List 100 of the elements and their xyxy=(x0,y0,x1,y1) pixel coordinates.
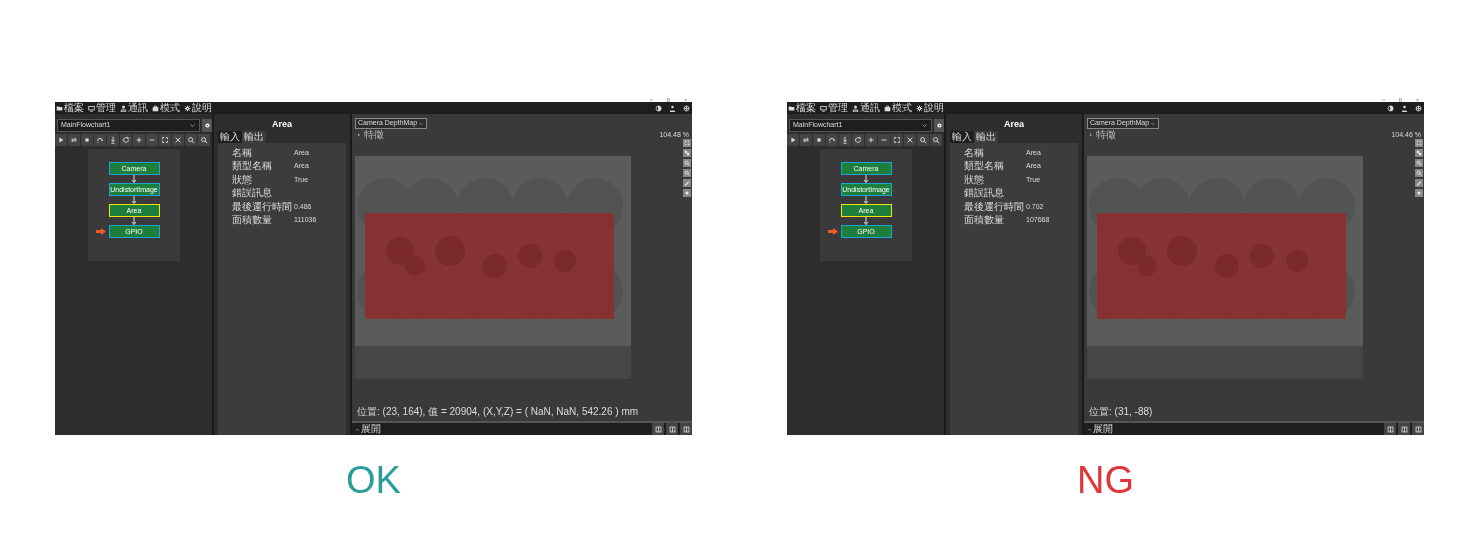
toolbar-button[interactable] xyxy=(865,134,877,146)
contrast-icon[interactable] xyxy=(655,104,662,112)
close-icon xyxy=(683,97,688,102)
connector-arrow xyxy=(131,196,137,204)
close-icon xyxy=(1415,97,1420,102)
menu-item[interactable]: 模式 xyxy=(892,103,912,113)
connector-arrow xyxy=(863,217,869,225)
expand-button[interactable]: 展開 xyxy=(352,424,384,434)
property-label: 狀態 xyxy=(232,174,253,185)
menu-item[interactable]: 說明 xyxy=(924,103,944,113)
tab[interactable]: 輸出 xyxy=(242,131,266,143)
plus-icon xyxy=(867,136,875,144)
toolbar-button[interactable] xyxy=(68,134,80,146)
toolbar-button[interactable] xyxy=(826,134,838,146)
brush-icon xyxy=(1416,180,1422,186)
globe-icon[interactable] xyxy=(683,104,690,112)
feature-toggle[interactable]: 特徵 xyxy=(1089,130,1116,141)
menu-item[interactable]: 通訊 xyxy=(128,103,148,113)
zoom-out-icon xyxy=(932,136,940,144)
toolbar-button[interactable] xyxy=(94,134,106,146)
connector-arrow xyxy=(863,196,869,204)
connector-arrow xyxy=(131,175,137,183)
layout-button[interactable] xyxy=(652,423,664,435)
viewer-tool-button[interactable] xyxy=(1415,149,1423,157)
expand-button[interactable]: 展開 xyxy=(1084,424,1116,434)
users-icon xyxy=(852,104,859,112)
layout-button[interactable] xyxy=(666,423,678,435)
toolbar-button[interactable] xyxy=(800,134,812,146)
inspector-title: Area xyxy=(1003,120,1025,131)
menu-item[interactable]: 模式 xyxy=(160,103,180,113)
viewer-tool-button[interactable] xyxy=(1415,179,1423,187)
maximize-icon xyxy=(1398,97,1403,102)
play-icon xyxy=(57,136,65,144)
tab[interactable]: 輸出 xyxy=(974,131,998,143)
zoom-in-icon xyxy=(919,136,927,144)
tab[interactable]: 輸入 xyxy=(950,131,974,143)
toolbar-button[interactable] xyxy=(891,134,903,146)
minimize-icon xyxy=(649,97,654,102)
toolbar-button[interactable] xyxy=(198,134,210,146)
status-text: 位置: (23, 164), 值 = 20904, (X,Y,Z) = ( NaN, NaN, 542.26 ) mm xyxy=(357,407,640,417)
toolbar-button[interactable] xyxy=(185,134,197,146)
loop-icon xyxy=(70,136,78,144)
feature-toggle[interactable]: 特徵 xyxy=(357,130,384,141)
connector-arrow xyxy=(863,175,869,183)
play-icon xyxy=(789,136,797,144)
viewer-tool-button[interactable] xyxy=(1415,189,1423,197)
layout-button[interactable] xyxy=(1384,423,1396,435)
toolbar-button[interactable] xyxy=(133,134,145,146)
viewer-tool-button[interactable] xyxy=(683,149,691,157)
toolbar-button[interactable] xyxy=(146,134,158,146)
toolbar-button[interactable] xyxy=(81,134,93,146)
monitor-icon xyxy=(88,104,95,112)
verdict-label: NG xyxy=(1077,461,1134,499)
inspector-title: Area xyxy=(271,120,293,131)
split-right-icon xyxy=(668,425,676,433)
maximize-icon xyxy=(666,97,671,102)
toolbar-button[interactable] xyxy=(107,134,119,146)
user-icon[interactable] xyxy=(669,104,676,112)
split-left-icon xyxy=(654,425,662,433)
grid-icon xyxy=(1416,150,1422,156)
toolbar-button[interactable] xyxy=(159,134,171,146)
step-into-icon xyxy=(109,136,117,144)
toolbar-button[interactable] xyxy=(55,134,67,146)
step-over-icon xyxy=(96,136,104,144)
user-icon[interactable] xyxy=(1401,104,1408,112)
grid-icon xyxy=(684,150,690,156)
plus-icon xyxy=(135,136,143,144)
folder-icon xyxy=(56,104,63,112)
globe-icon[interactable] xyxy=(1415,104,1422,112)
toolbar-button[interactable] xyxy=(787,134,799,146)
toolbar-button[interactable] xyxy=(839,134,851,146)
property-label: 狀態 xyxy=(964,174,985,185)
menu-item[interactable]: 管理 xyxy=(96,103,116,113)
zoom-out-icon xyxy=(684,170,690,176)
settings-button[interactable] xyxy=(202,119,212,132)
property-label: 面積數量 xyxy=(964,215,1005,226)
settings-button[interactable] xyxy=(934,119,944,132)
fit-icon xyxy=(893,136,901,144)
menu-item[interactable]: 檔案 xyxy=(796,103,816,113)
contrast-icon[interactable] xyxy=(1387,104,1394,112)
toolbar-button[interactable] xyxy=(917,134,929,146)
layout-button[interactable] xyxy=(1398,423,1410,435)
tab[interactable]: 輸入 xyxy=(218,131,242,143)
toolbar-button[interactable] xyxy=(120,134,132,146)
status-text: 位置: (31, -88) xyxy=(1089,407,1154,417)
viewer-tool-button[interactable] xyxy=(683,189,691,197)
toolbar-button[interactable] xyxy=(930,134,942,146)
menu-item[interactable]: 檔案 xyxy=(64,103,84,113)
viewer-tool-button[interactable] xyxy=(683,179,691,187)
menu-item[interactable]: 說明 xyxy=(192,103,212,113)
stop-icon xyxy=(815,136,823,144)
zoom-out-icon xyxy=(1416,170,1422,176)
toolbar-button[interactable] xyxy=(852,134,864,146)
zoom-in-icon xyxy=(1416,160,1422,166)
toolbar-button[interactable] xyxy=(878,134,890,146)
menu-item[interactable]: 管理 xyxy=(828,103,848,113)
settings-icon xyxy=(1416,190,1422,196)
menu-item[interactable]: 通訊 xyxy=(860,103,880,113)
minimize-icon xyxy=(1381,97,1386,102)
toolbar-button[interactable] xyxy=(813,134,825,146)
